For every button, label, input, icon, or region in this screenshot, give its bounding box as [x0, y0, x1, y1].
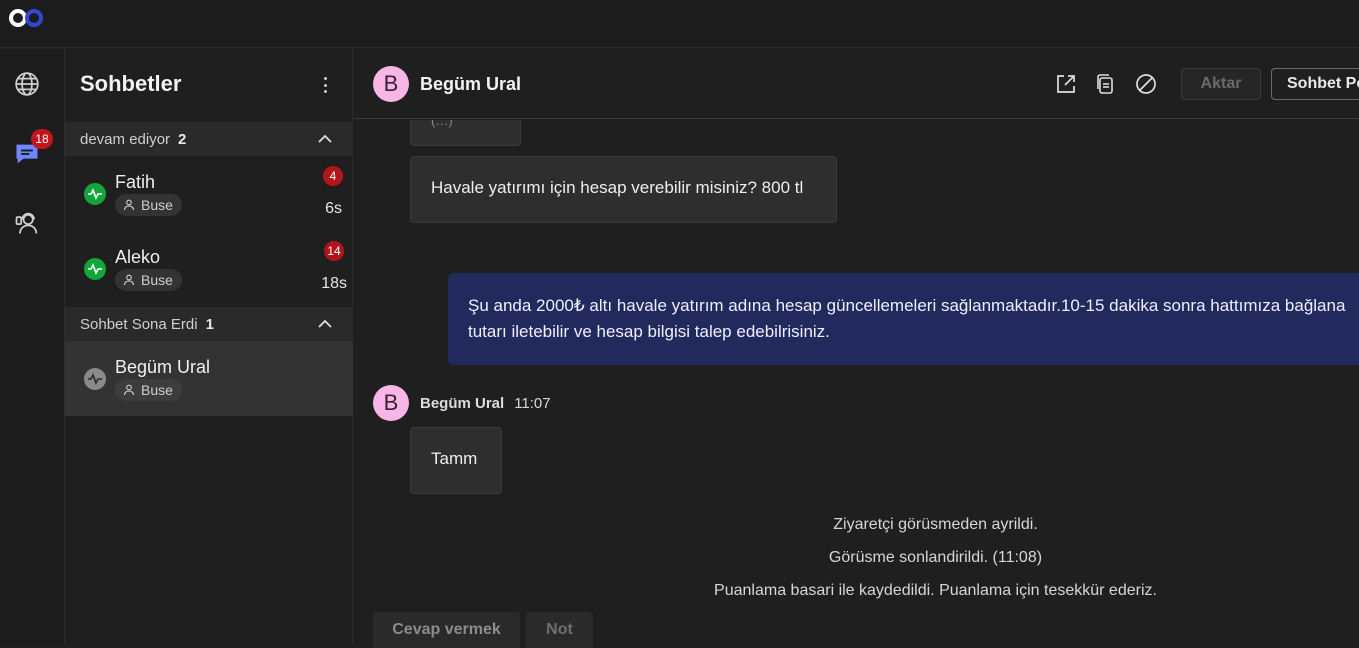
tab-note[interactable]: Not — [526, 612, 593, 648]
system-message: Puanlama basari ile kaydedildi. Puanlama… — [714, 582, 1157, 599]
sender-avatar: B — [373, 385, 409, 421]
chat-unread-badge: 18 — [31, 129, 53, 149]
message-bubble-outgoing: Şu anda 2000₺ altı havale yatırım adına … — [448, 273, 1359, 365]
agent-tag: Buse — [115, 379, 182, 401]
system-message: Ziyaretçi görüsmeden ayrildi. — [833, 516, 1038, 533]
agent-name: Buse — [141, 382, 173, 398]
chat-header: B Begüm Ural Aktar Sohbet Po — [354, 49, 1359, 119]
chevron-up-icon[interactable] — [317, 131, 333, 147]
visitor-name: Fatih — [115, 172, 156, 192]
agent-tag: Buse — [115, 194, 182, 216]
chat-panel: B Begüm Ural Aktar Sohbet Po (…) Havale … — [354, 49, 1359, 648]
message-text: Tamm — [431, 449, 478, 468]
person-icon — [123, 274, 135, 286]
message-text-line: Şu anda 2000₺ altı havale yatırım adına … — [468, 296, 1346, 315]
offline-status-icon — [84, 368, 106, 390]
group-count: 2 — [178, 130, 187, 148]
chat-list-panel: Sohbetler devam ediyor 2 Fatih Buse 4 6s… — [65, 49, 353, 645]
group-header-ended[interactable]: Sohbet Sona Erdi 1 — [65, 307, 353, 341]
online-status-icon — [84, 183, 106, 205]
tab-reply[interactable]: Cevap vermek — [373, 612, 520, 648]
visitor-name-header: Begüm Ural — [420, 74, 522, 94]
transfer-button[interactable]: Aktar — [1181, 68, 1261, 100]
group-count: 1 — [205, 315, 214, 333]
chat-list-title: Sohbetler — [80, 71, 182, 96]
group-label: Sohbet Sona Erdi — [80, 315, 198, 333]
sender-name: Begüm Ural — [420, 395, 505, 412]
visitor-avatar: B — [373, 66, 409, 102]
copy-icon[interactable] — [1093, 72, 1117, 96]
elapsed-time: 6s — [325, 200, 342, 217]
more-vertical-icon[interactable] — [317, 73, 333, 97]
support-agent-icon[interactable] — [12, 208, 42, 238]
top-bar — [0, 0, 1359, 48]
chat-list-item-aleko[interactable]: Aleko Buse 14 18s — [65, 231, 353, 306]
open-external-icon[interactable] — [1054, 72, 1078, 96]
chevron-up-icon[interactable] — [317, 316, 333, 332]
block-icon[interactable] — [1134, 72, 1158, 96]
visitor-name: Begüm Ural — [115, 357, 211, 377]
brand-logo-icon[interactable] — [8, 8, 48, 28]
chat-list-item-fatih[interactable]: Fatih Buse 4 6s — [65, 156, 353, 231]
visitor-name: Aleko — [115, 247, 161, 267]
group-header-ongoing[interactable]: devam ediyor 2 — [65, 122, 353, 156]
message-bubble-incoming: Havale yatırımı için hesap verebilir mis… — [410, 156, 837, 223]
system-message: Görüsme sonlandirildi. (11:08) — [828, 549, 1043, 566]
agent-tag: Buse — [115, 269, 182, 291]
elapsed-time: 18s — [321, 275, 347, 292]
message-list: (…) Havale yatırımı için hesap verebilir… — [354, 120, 1359, 610]
sender-info: Begüm Ural 11:07 — [420, 395, 551, 412]
message-text: Havale yatırımı için hesap verebilir mis… — [431, 178, 804, 197]
message-bubble-incoming: Tamm — [410, 427, 502, 494]
message-time: 11:07 — [514, 395, 551, 412]
agent-name: Buse — [141, 197, 173, 213]
chat-list-item-begum-ural[interactable]: Begüm Ural Buse — [65, 341, 353, 416]
person-icon — [123, 199, 135, 211]
person-icon — [123, 384, 135, 396]
close-chat-button[interactable]: Sohbet Po — [1271, 68, 1359, 100]
message-text: (…) — [431, 120, 453, 128]
online-status-icon — [84, 258, 106, 280]
globe-icon[interactable] — [12, 69, 42, 99]
message-text-line: tutarı iletebilir ve hesap bilgisi talep… — [468, 322, 830, 341]
unread-count-badge: 4 — [323, 166, 343, 186]
group-label: devam ediyor — [80, 130, 171, 148]
message-bubble-partial: (…) — [410, 120, 521, 146]
agent-name: Buse — [141, 272, 173, 288]
unread-count-badge: 14 — [324, 241, 344, 261]
